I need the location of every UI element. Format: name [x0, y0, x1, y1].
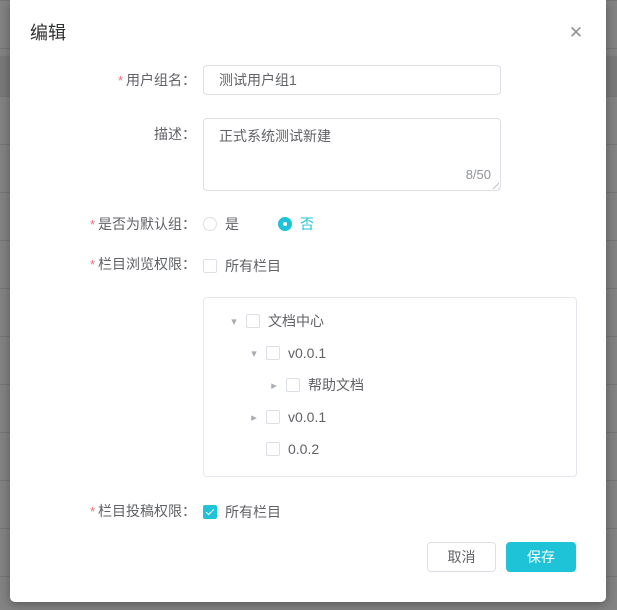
tree-node-label[interactable]: v0.0.1 — [288, 409, 326, 425]
tree-node-label[interactable]: 文档中心 — [268, 311, 324, 331]
dialog-title: 编辑 — [30, 23, 66, 43]
tree-node-label[interactable]: v0.0.1 — [288, 345, 326, 361]
browse-permission-label: * 栏目浏览权限： — [89, 256, 196, 272]
tree-node[interactable]: ▾ v0.0.1 — [204, 337, 576, 369]
tree-expand-icon[interactable]: ▸ — [248, 411, 260, 424]
radio-yes-label[interactable]: 是 — [225, 214, 239, 234]
required-mark: * — [89, 257, 95, 272]
tree-node-label[interactable]: 0.0.2 — [288, 441, 319, 457]
permission-tree: ▾ 文档中心 ▾ v0.0.1 ▸ 帮助文档 ▸ v0.0.1 0.0.2 — [203, 297, 577, 477]
required-mark: * — [89, 217, 95, 232]
post-permission-label: * 栏目投稿权限： — [89, 503, 196, 519]
required-mark: * — [117, 73, 123, 88]
default-group-label: * 是否为默认组： — [89, 216, 196, 232]
group-name-label: * 用户组名： — [117, 72, 196, 88]
browse-all-checkbox[interactable] — [203, 259, 217, 273]
page-background: 编辑 ✕ *用户组名： 描述： 正式系统测试新建 8/50 *是否为默认组： 是… — [0, 0, 617, 610]
post-all-checkbox[interactable] — [203, 505, 217, 519]
description-textarea[interactable]: 正式系统测试新建 — [203, 118, 501, 191]
tree-node[interactable]: ▸ 帮助文档 — [204, 369, 576, 401]
char-counter: 8/50 — [461, 167, 491, 182]
tree-node-checkbox[interactable] — [286, 378, 300, 392]
tree-expand-icon[interactable]: ▸ — [268, 379, 280, 392]
tree-node-checkbox[interactable] — [266, 410, 280, 424]
tree-node[interactable]: ▸ v0.0.1 — [204, 401, 576, 433]
radio-no-label[interactable]: 否 — [300, 214, 314, 234]
tree-node-checkbox[interactable] — [266, 346, 280, 360]
tree-node[interactable]: 0.0.2 — [204, 433, 576, 465]
tree-node-label[interactable]: 帮助文档 — [308, 375, 364, 395]
radio-circle-icon[interactable] — [278, 217, 292, 231]
required-mark: * — [89, 504, 95, 519]
close-icon[interactable]: ✕ — [566, 23, 586, 43]
browse-all-label[interactable]: 所有栏目 — [225, 256, 281, 276]
tree-expand-icon[interactable]: ▾ — [228, 315, 240, 328]
browse-all-checkbox-row[interactable]: 所有栏目 — [203, 256, 281, 276]
radio-yes[interactable]: 是 — [203, 214, 239, 234]
edit-dialog: 编辑 ✕ *用户组名： 描述： 正式系统测试新建 8/50 *是否为默认组： 是… — [10, 0, 606, 602]
tree-expand-icon[interactable]: ▾ — [248, 347, 260, 360]
radio-circle-icon[interactable] — [203, 217, 217, 231]
description-label: 描述： — [154, 126, 196, 142]
tree-node-checkbox[interactable] — [246, 314, 260, 328]
radio-no[interactable]: 否 — [278, 214, 314, 234]
cancel-button[interactable]: 取消 — [427, 542, 496, 572]
post-all-checkbox-row[interactable]: 所有栏目 — [203, 502, 281, 522]
description-field-wrap: 正式系统测试新建 8/50 — [203, 118, 501, 191]
tree-node[interactable]: ▾ 文档中心 — [204, 305, 576, 337]
default-group-radio-group: 是 否 — [203, 210, 314, 238]
group-name-input[interactable] — [203, 65, 501, 95]
tree-node-checkbox[interactable] — [266, 442, 280, 456]
post-all-label[interactable]: 所有栏目 — [225, 502, 281, 522]
save-button[interactable]: 保存 — [506, 542, 576, 572]
